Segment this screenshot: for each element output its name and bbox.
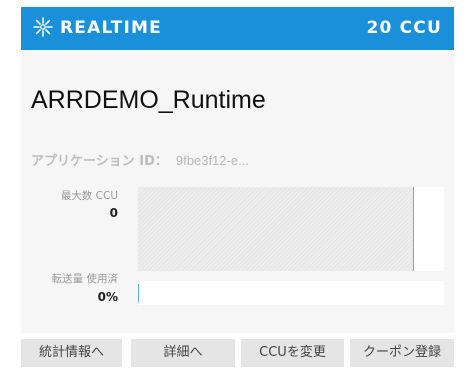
change-ccu-button[interactable]: CCUを変更 [241, 339, 344, 367]
sparkle-icon [32, 16, 54, 38]
transfer-value: 0% [97, 290, 118, 304]
action-buttons: 統計情報へ 詳細へ CCUを変更 クーポン登録 [21, 339, 454, 367]
stats-button[interactable]: 統計情報へ [21, 339, 122, 367]
max-ccu-chart [138, 187, 444, 271]
coupon-button[interactable]: クーポン登録 [350, 339, 454, 367]
transfer-usage-bar [138, 281, 444, 305]
details-button[interactable]: 詳細へ [131, 339, 235, 367]
max-ccu-value: 0 [109, 206, 118, 220]
app-name: ARRDEMO_Runtime [31, 86, 266, 114]
max-ccu-chart-marker [413, 187, 414, 271]
app-id-row: アプリケーション ID： 9fbe3f12-e... [31, 150, 249, 169]
transfer-label: 転送量 使用済 [51, 273, 118, 285]
app-id-value[interactable]: 9fbe3f12-e... [176, 153, 249, 168]
max-ccu-chart-fill [138, 187, 413, 271]
header-ccu-count: 20 CCU [366, 18, 442, 38]
realtime-app-card: REALTIME 20 CCU ARRDEMO_Runtime アプリケーション… [21, 7, 454, 333]
header-title: REALTIME [60, 18, 162, 38]
app-id-label: アプリケーション ID： [31, 154, 168, 169]
max-ccu-label: 最大数 CCU [60, 190, 118, 202]
transfer-usage-fill [138, 284, 139, 302]
card-header: REALTIME 20 CCU [21, 7, 454, 50]
